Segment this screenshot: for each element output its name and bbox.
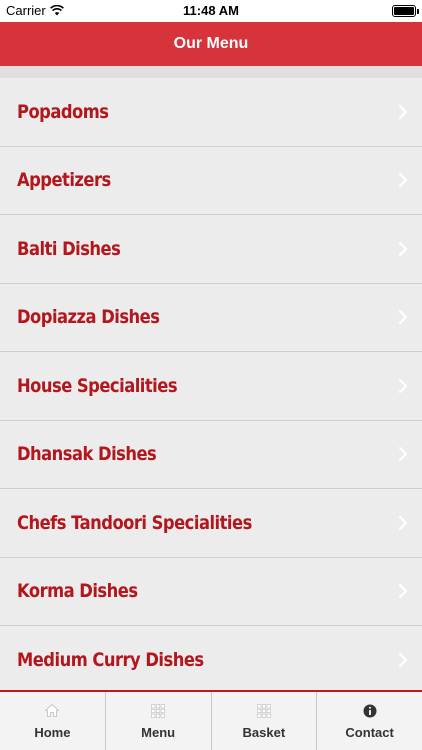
menu-item-label: Popadoms xyxy=(17,100,109,123)
menu-item-label: Balti Dishes xyxy=(17,237,121,260)
menu-item-chefs-tandoori-specialities[interactable]: Chefs Tandoori Specialities xyxy=(0,489,422,558)
grid-icon xyxy=(150,703,166,719)
menu-list: Popadoms Appetizers Balti Dishes Dopiazz… xyxy=(0,78,422,690)
grid-icon xyxy=(256,703,272,719)
tab-home[interactable]: Home xyxy=(0,692,106,750)
status-time: 11:48 AM xyxy=(183,3,239,18)
chevron-right-icon xyxy=(398,378,408,393)
home-icon xyxy=(44,703,60,719)
nav-bar: Our Menu xyxy=(0,22,422,66)
menu-item-popadoms[interactable]: Popadoms xyxy=(0,78,422,147)
info-icon xyxy=(362,703,378,719)
tab-label: Contact xyxy=(345,724,394,740)
tab-label: Basket xyxy=(242,724,286,740)
menu-item-label: Dopiazza Dishes xyxy=(17,306,160,329)
menu-item-label: House Specialities xyxy=(17,374,178,397)
tab-basket[interactable]: Basket xyxy=(212,692,318,750)
menu-item-korma-dishes[interactable]: Korma Dishes xyxy=(0,557,422,626)
menu-item-appetizers[interactable]: Appetizers xyxy=(0,146,422,215)
menu-item-label: Korma Dishes xyxy=(17,580,138,603)
menu-item-label: Dhansak Dishes xyxy=(17,443,157,466)
chevron-right-icon xyxy=(398,241,408,256)
tab-bar: Home Menu Basket Contact xyxy=(0,690,422,750)
chevron-right-icon xyxy=(398,652,408,667)
menu-item-label: Appetizers xyxy=(17,169,111,192)
chevron-right-icon xyxy=(398,310,408,325)
tab-menu[interactable]: Menu xyxy=(106,692,212,750)
chevron-right-icon xyxy=(398,447,408,462)
subheader-strip xyxy=(0,66,422,78)
menu-item-medium-curry-dishes[interactable]: Medium Curry Dishes xyxy=(0,626,422,690)
tab-label: Home xyxy=(34,724,71,740)
status-bar: Carrier 11:48 AM xyxy=(0,0,422,22)
chevron-right-icon xyxy=(398,515,408,530)
menu-item-label: Medium Curry Dishes xyxy=(17,648,204,671)
tab-contact[interactable]: Contact xyxy=(317,692,422,750)
chevron-right-icon xyxy=(398,104,408,119)
battery-icon xyxy=(392,5,419,17)
menu-item-dopiazza-dishes[interactable]: Dopiazza Dishes xyxy=(0,283,422,352)
menu-item-label: Chefs Tandoori Specialities xyxy=(17,511,252,534)
tab-label: Menu xyxy=(141,724,176,740)
page-title: Our Menu xyxy=(173,35,249,52)
menu-item-dhansak-dishes[interactable]: Dhansak Dishes xyxy=(0,420,422,489)
menu-item-balti-dishes[interactable]: Balti Dishes xyxy=(0,215,422,284)
chevron-right-icon xyxy=(398,173,408,188)
menu-item-house-specialities[interactable]: House Specialities xyxy=(0,352,422,421)
chevron-right-icon xyxy=(398,584,408,599)
